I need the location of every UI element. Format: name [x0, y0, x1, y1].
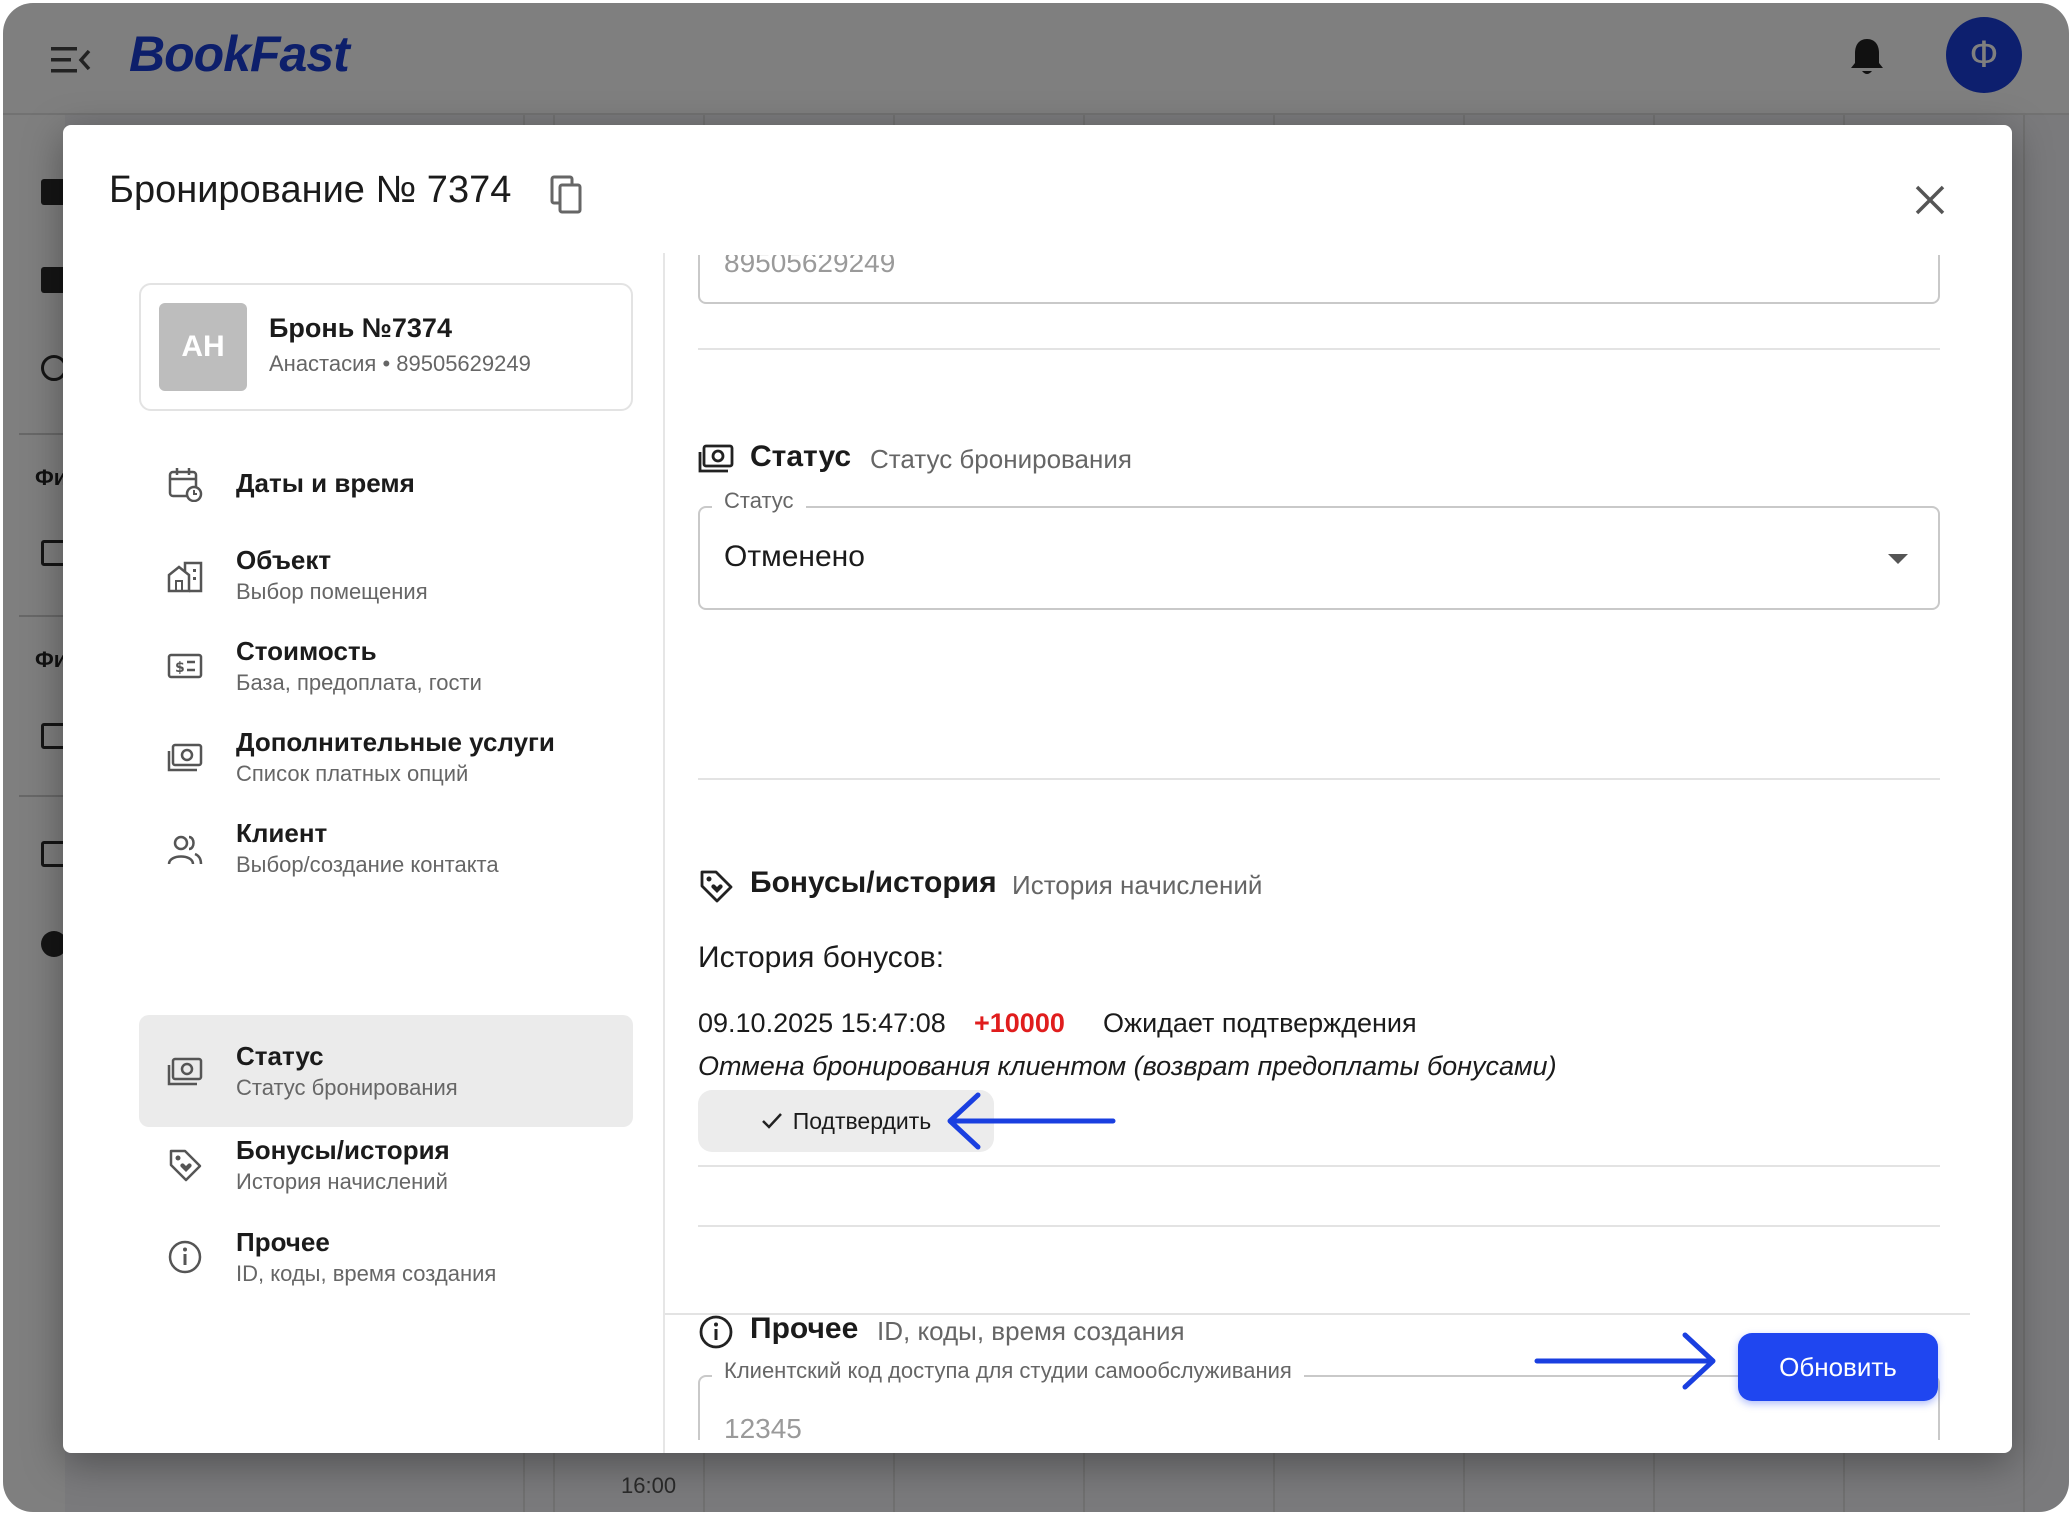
info-icon [168, 1240, 202, 1274]
nav-item-client[interactable]: Клиент Выбор/создание контакта [139, 792, 633, 904]
chevron-down-icon[interactable] [1888, 554, 1908, 564]
phone-field-value: 89505629249 [724, 255, 896, 278]
bonus-history-title: История бонусов: [698, 941, 945, 974]
nav-item-subtitle: ID, коды, время создания [236, 1261, 497, 1286]
annotation-arrow-left-icon [947, 1092, 1116, 1150]
client-avatar: АН [159, 303, 247, 391]
nav-item-subtitle: История начислений [236, 1169, 448, 1194]
confirm-bonus-label: Подтвердить [792, 1107, 932, 1134]
update-button[interactable]: Обновить [1738, 1333, 1938, 1401]
section-title: Статус [750, 440, 852, 473]
section-divider [698, 1225, 1940, 1227]
info-icon [699, 1315, 733, 1349]
nav-item-title: Стоимость [236, 636, 377, 666]
booking-card-subtitle: Анастасия • 89505629249 [269, 351, 531, 376]
nav-item-title: Статус [236, 1041, 324, 1071]
booking-card-title: Бронь №7374 [269, 313, 452, 343]
svg-text:$: $ [175, 660, 185, 676]
nav-item-title: Бонусы/история [236, 1135, 450, 1165]
nav-item-title: Клиент [236, 818, 328, 848]
section-subtitle: История начислений [1012, 870, 1263, 900]
section-divider [698, 1165, 1940, 1167]
booking-summary-card: АН Бронь №7374 Анастасия • 89505629249 [139, 283, 633, 411]
status-select-value: Отменено [724, 540, 865, 573]
status-field-label: Статус [712, 488, 806, 514]
cash-icon [167, 1057, 203, 1086]
nav-item-subtitle: Выбор помещения [236, 579, 428, 604]
booking-details-panel[interactable]: 89505629249 Статус Статус бронирования О… [665, 255, 2012, 1440]
users-icon [167, 835, 203, 865]
section-divider [698, 778, 1940, 780]
nav-item-title: Даты и время [236, 468, 415, 498]
section-subtitle: ID, коды, время создания [877, 1316, 1185, 1346]
buildings-icon [167, 561, 203, 593]
booking-modal: Бронирование № 7374 АН Бронь №7374 Анаст… [63, 125, 2012, 1453]
nav-item-other[interactable]: Прочее ID, коды, время создания [139, 1201, 633, 1313]
tag-heart-icon [700, 870, 733, 903]
nav-item-subtitle: Выбор/создание контакта [236, 852, 499, 877]
nav-item-subtitle: Список платных опций [236, 761, 469, 786]
nav-item-title: Дополнительные услуги [236, 727, 555, 757]
bonus-entry-status: Ожидает подтверждения [1103, 1008, 1417, 1038]
phone-field[interactable]: 89505629249 [698, 255, 1940, 304]
cash-icon [167, 743, 203, 772]
close-icon[interactable] [1913, 183, 1947, 217]
nav-item-subtitle: База, предоплата, гости [236, 670, 482, 695]
copy-icon[interactable] [550, 175, 584, 215]
bonus-entry-amount: +10000 [974, 1008, 1065, 1038]
nav-item-title: Прочее [236, 1227, 330, 1257]
section-subtitle: Статус бронирования [870, 444, 1132, 474]
annotation-arrow-right-icon [1534, 1332, 1716, 1390]
nav-item-title: Объект [236, 545, 332, 575]
price-tag-icon: $ [167, 653, 203, 679]
section-title: Прочее [750, 1312, 859, 1345]
modal-title: Бронирование № 7374 [109, 169, 512, 211]
calendar-clock-icon [168, 468, 203, 502]
section-title: Бонусы/история [750, 866, 997, 899]
access-code-label: Клиентский код доступа для студии самооб… [712, 1358, 1304, 1384]
bonus-entry-date: 09.10.2025 15:47:08 [698, 1008, 946, 1038]
status-select[interactable]: Отменено [698, 506, 1940, 610]
bonus-entry-note: Отмена бронирования клиентом (возврат пр… [698, 1051, 1557, 1081]
cash-icon [698, 444, 734, 473]
tag-heart-icon [169, 1149, 202, 1182]
access-code-value: 12345 [724, 1413, 802, 1440]
nav-item-subtitle: Статус бронирования [236, 1075, 458, 1100]
footer-divider [665, 1313, 1970, 1315]
check-icon [761, 1113, 782, 1129]
section-divider [698, 348, 1940, 350]
